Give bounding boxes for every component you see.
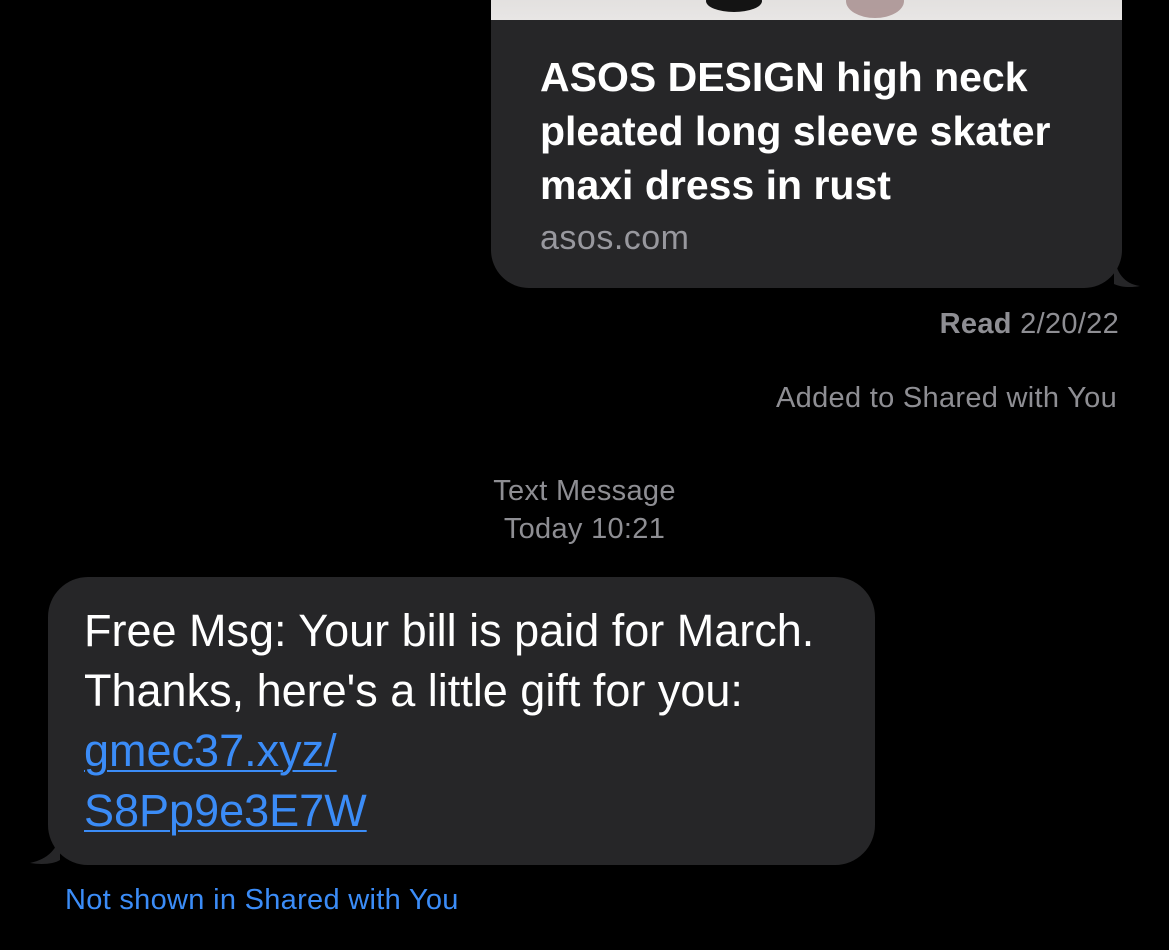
not-shown-in-shared-with-you-link[interactable]: Not shown in Shared with You xyxy=(65,882,459,918)
service-label: Text Message xyxy=(493,475,676,507)
bubble-tail-left xyxy=(30,833,60,864)
incoming-message-text: Free Msg: Your bill is paid for March. T… xyxy=(84,601,844,841)
bubble-tail-right xyxy=(1114,256,1140,288)
read-label: Read xyxy=(939,308,1012,340)
message-timestamp-header: Text Message Today 10:21 xyxy=(0,472,1169,548)
link-preview-domain: asos.com xyxy=(540,219,690,257)
link-preview-image[interactable] xyxy=(491,0,1122,20)
image-detail xyxy=(706,0,762,12)
message-body: Free Msg: Your bill is paid for March. T… xyxy=(84,605,815,716)
timestamp-time: Today 10:21 xyxy=(503,513,666,545)
link-preview-title: ASOS DESIGN high neck pleated long sleev… xyxy=(540,54,1051,208)
read-receipt: Read 2/20/22 xyxy=(940,306,1119,342)
image-detail xyxy=(846,0,904,18)
message-link[interactable]: gmec37.xyz/ xyxy=(84,725,337,776)
read-date: 2/20/22 xyxy=(1020,308,1119,340)
shared-with-you-status[interactable]: Added to Shared with You xyxy=(776,380,1117,416)
message-link-continued[interactable]: S8Pp9e3E7W xyxy=(84,785,367,836)
link-preview-bubble[interactable]: ASOS DESIGN high neck pleated long sleev… xyxy=(491,0,1122,288)
incoming-message-bubble[interactable]: Free Msg: Your bill is paid for March. T… xyxy=(48,577,875,865)
